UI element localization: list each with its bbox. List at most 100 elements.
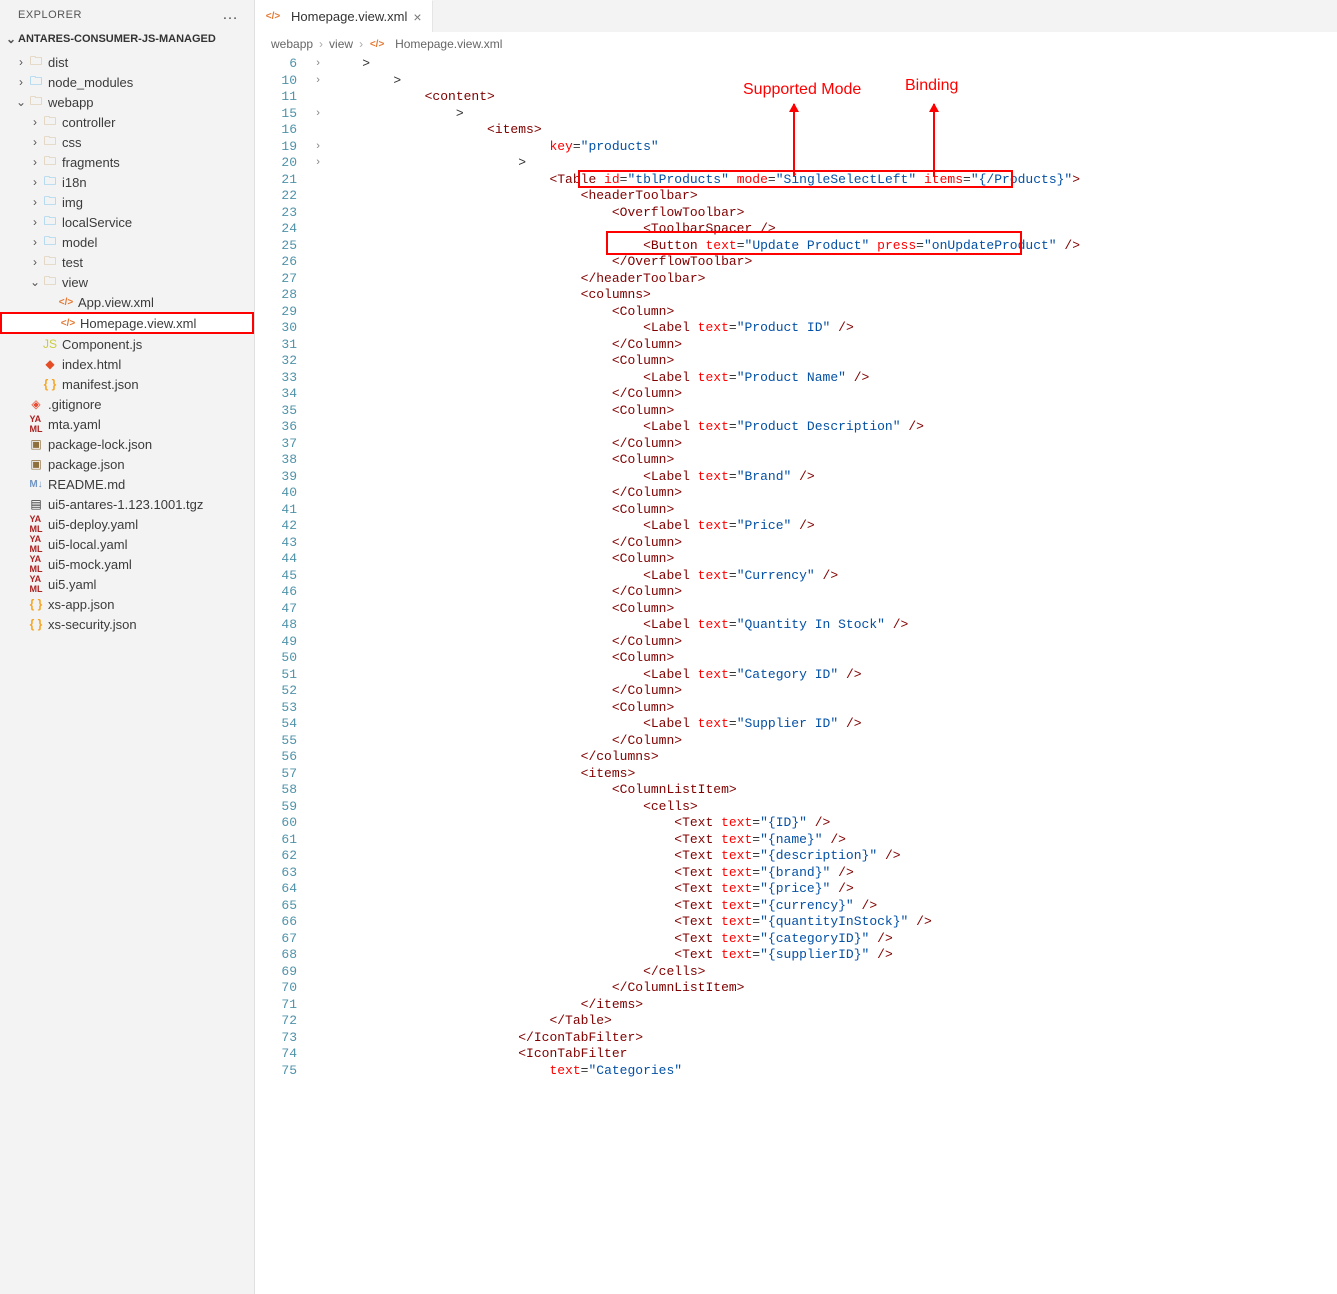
code-line[interactable]: </cells> xyxy=(331,964,1337,981)
tree-item[interactable]: ⌄🗀view xyxy=(0,272,254,292)
code-line[interactable]: <Text text="{price}" /> xyxy=(331,881,1337,898)
code-line[interactable]: </OverflowToolbar> xyxy=(331,254,1337,271)
tree-item[interactable]: ›🗀img xyxy=(0,192,254,212)
code-line[interactable]: > xyxy=(331,106,1337,123)
code-line[interactable]: <Label text="Price" /> xyxy=(331,518,1337,535)
code-content[interactable]: > > <content> > <items> key="products" >… xyxy=(325,56,1337,1294)
code-line[interactable]: <Text text="{ID}" /> xyxy=(331,815,1337,832)
tree-item[interactable]: ›🗀controller xyxy=(0,112,254,132)
code-line[interactable]: <Column> xyxy=(331,601,1337,618)
code-line[interactable]: <IconTabFilter xyxy=(331,1046,1337,1063)
code-line[interactable]: </Column> xyxy=(331,733,1337,750)
code-line[interactable]: <Column> xyxy=(331,304,1337,321)
code-line[interactable]: <columns> xyxy=(331,287,1337,304)
breadcrumb-segment[interactable]: view xyxy=(329,37,353,51)
code-line[interactable]: </Column> xyxy=(331,634,1337,651)
code-line[interactable]: <Column> xyxy=(331,700,1337,717)
code-line[interactable]: </Column> xyxy=(331,436,1337,453)
code-line[interactable]: <Text text="{categoryID}" /> xyxy=(331,931,1337,948)
code-line[interactable]: </ColumnListItem> xyxy=(331,980,1337,997)
tree-item[interactable]: { }xs-app.json xyxy=(0,594,254,614)
code-line[interactable]: <ToolbarSpacer /> xyxy=(331,221,1337,238)
code-line[interactable]: <Label text="Product Name" /> xyxy=(331,370,1337,387)
code-line[interactable]: </Column> xyxy=(331,683,1337,700)
code-line[interactable]: <Button text="Update Product" press="onU… xyxy=(331,238,1337,255)
code-line[interactable]: <Text text="{description}" /> xyxy=(331,848,1337,865)
code-line[interactable]: </Column> xyxy=(331,485,1337,502)
code-line[interactable]: <Text text="{quantityInStock}" /> xyxy=(331,914,1337,931)
tree-item[interactable]: ›🗀test xyxy=(0,252,254,272)
code-line[interactable]: <Label text="Category ID" /> xyxy=(331,667,1337,684)
code-line[interactable]: </Column> xyxy=(331,337,1337,354)
code-line[interactable]: </Column> xyxy=(331,535,1337,552)
tree-item[interactable]: </>Homepage.view.xml xyxy=(0,312,254,334)
code-line[interactable]: <Column> xyxy=(331,353,1337,370)
code-line[interactable]: <cells> xyxy=(331,799,1337,816)
tab-homepage[interactable]: </> Homepage.view.xml × xyxy=(255,0,433,32)
tree-item[interactable]: ›🗀localService xyxy=(0,212,254,232)
code-line[interactable]: <Column> xyxy=(331,452,1337,469)
code-line[interactable]: </Column> xyxy=(331,386,1337,403)
code-line[interactable]: <Column> xyxy=(331,650,1337,667)
tree-item[interactable]: YAMLui5-deploy.yaml xyxy=(0,514,254,534)
code-line[interactable]: <Column> xyxy=(331,551,1337,568)
code-line[interactable]: </IconTabFilter> xyxy=(331,1030,1337,1047)
tree-item[interactable]: YAMLui5-mock.yaml xyxy=(0,554,254,574)
code-line[interactable]: <Column> xyxy=(331,502,1337,519)
tree-item[interactable]: JSComponent.js xyxy=(0,334,254,354)
tree-item[interactable]: ›🗀i18n xyxy=(0,172,254,192)
tree-item[interactable]: M↓README.md xyxy=(0,474,254,494)
tree-item[interactable]: ›🗀model xyxy=(0,232,254,252)
tree-item[interactable]: ›🗀node_modules xyxy=(0,72,254,92)
close-icon[interactable]: × xyxy=(413,9,421,25)
code-line[interactable]: <Label text="Product ID" /> xyxy=(331,320,1337,337)
tree-item[interactable]: ▣package-lock.json xyxy=(0,434,254,454)
code-line[interactable]: </items> xyxy=(331,997,1337,1014)
code-line[interactable]: > xyxy=(331,155,1337,172)
project-root[interactable]: ⌄ ANTARES-CONSUMER-JS-MANAGED xyxy=(0,28,254,50)
more-icon[interactable]: … xyxy=(222,6,240,24)
breadcrumb-segment[interactable]: Homepage.view.xml xyxy=(395,37,502,51)
code-line[interactable]: <Text text="{currency}" /> xyxy=(331,898,1337,915)
code-line[interactable]: > xyxy=(331,56,1337,73)
code-line[interactable]: <Label text="Product Description" /> xyxy=(331,419,1337,436)
tree-item[interactable]: { }manifest.json xyxy=(0,374,254,394)
code-line[interactable]: <Text text="{supplierID}" /> xyxy=(331,947,1337,964)
code-line[interactable]: </headerToolbar> xyxy=(331,271,1337,288)
code-line[interactable]: <Label text="Quantity In Stock" /> xyxy=(331,617,1337,634)
code-line[interactable]: </Column> xyxy=(331,584,1337,601)
tree-item[interactable]: ◆index.html xyxy=(0,354,254,374)
tree-item[interactable]: ›🗀fragments xyxy=(0,152,254,172)
tree-item[interactable]: ⌄🗀webapp xyxy=(0,92,254,112)
code-editor[interactable]: 6101115161920212223242526272829303132333… xyxy=(255,56,1337,1294)
tree-item[interactable]: YAMLui5-local.yaml xyxy=(0,534,254,554)
code-line[interactable]: <Column> xyxy=(331,403,1337,420)
code-line[interactable]: <OverflowToolbar> xyxy=(331,205,1337,222)
tree-item[interactable]: YAMLmta.yaml xyxy=(0,414,254,434)
code-line[interactable]: <Label text="Currency" /> xyxy=(331,568,1337,585)
code-line[interactable]: text="Categories" xyxy=(331,1063,1337,1080)
explorer-sidebar: EXPLORER … ⌄ ANTARES-CONSUMER-JS-MANAGED… xyxy=(0,0,255,1294)
code-line[interactable]: <items> xyxy=(331,122,1337,139)
tree-item[interactable]: ◈.gitignore xyxy=(0,394,254,414)
code-line[interactable]: <items> xyxy=(331,766,1337,783)
tree-item[interactable]: </>App.view.xml xyxy=(0,292,254,312)
code-line[interactable]: </Table> xyxy=(331,1013,1337,1030)
tree-item[interactable]: YAMLui5.yaml xyxy=(0,574,254,594)
breadcrumb-segment[interactable]: webapp xyxy=(271,37,313,51)
code-line[interactable]: <ColumnListItem> xyxy=(331,782,1337,799)
tree-item[interactable]: ▤ui5-antares-1.123.1001.tgz xyxy=(0,494,254,514)
code-line[interactable]: <headerToolbar> xyxy=(331,188,1337,205)
tree-item[interactable]: ›🗀css xyxy=(0,132,254,152)
code-line[interactable]: <Text text="{brand}" /> xyxy=(331,865,1337,882)
tree-item[interactable]: { }xs-security.json xyxy=(0,614,254,634)
tree-item[interactable]: ▣package.json xyxy=(0,454,254,474)
code-line[interactable]: </columns> xyxy=(331,749,1337,766)
code-line[interactable]: <Label text="Supplier ID" /> xyxy=(331,716,1337,733)
tree-item[interactable]: ›🗀dist xyxy=(0,52,254,72)
code-line[interactable]: <Text text="{name}" /> xyxy=(331,832,1337,849)
code-line[interactable]: <Label text="Brand" /> xyxy=(331,469,1337,486)
chevron-icon: › xyxy=(28,215,42,229)
code-line[interactable]: <Table id="tblProducts" mode="SingleSele… xyxy=(331,172,1337,189)
code-line[interactable]: key="products" xyxy=(331,139,1337,156)
